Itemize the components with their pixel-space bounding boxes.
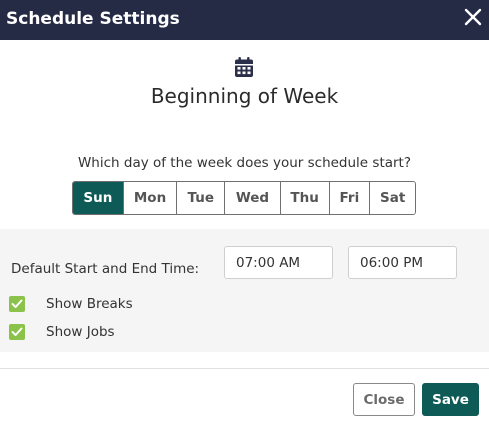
day-option-sat[interactable]: Sat [370,182,415,214]
show-jobs-checkbox[interactable] [9,324,25,340]
footer-divider [0,368,489,369]
save-button[interactable]: Save [422,383,479,416]
default-time-label: Default Start and End Time: [11,261,200,277]
day-option-wed[interactable]: Wed [225,182,281,214]
day-option-sun[interactable]: Sun [73,182,124,214]
checkmark-icon [11,327,23,336]
calendar-icon [234,56,254,78]
time-settings-panel: Default Start and End Time: Show Breaks … [0,229,489,352]
day-option-mon[interactable]: Mon [123,182,178,214]
day-option-fri[interactable]: Fri [329,182,371,214]
show-breaks-label: Show Breaks [46,296,133,312]
week-start-question: Which day of the week does your schedule… [77,155,412,171]
day-option-tue[interactable]: Tue [177,182,226,214]
show-jobs-label: Show Jobs [46,324,115,340]
checkmark-icon [11,299,23,308]
start-time-input[interactable] [224,246,333,279]
close-button[interactable]: Close [353,383,415,416]
day-option-thu[interactable]: Thu [280,182,330,214]
week-start-selector: Sun Mon Tue Wed Thu Fri Sat [72,181,416,215]
end-time-input[interactable] [348,246,457,279]
dialog-title: Schedule Settings [6,9,180,29]
show-jobs-row: Show Jobs [9,323,115,341]
show-breaks-checkbox[interactable] [9,296,25,312]
dialog-header: Schedule Settings [0,0,489,40]
section-heading: Beginning of Week [150,84,339,108]
close-icon[interactable] [463,6,483,28]
show-breaks-row: Show Breaks [9,295,133,313]
